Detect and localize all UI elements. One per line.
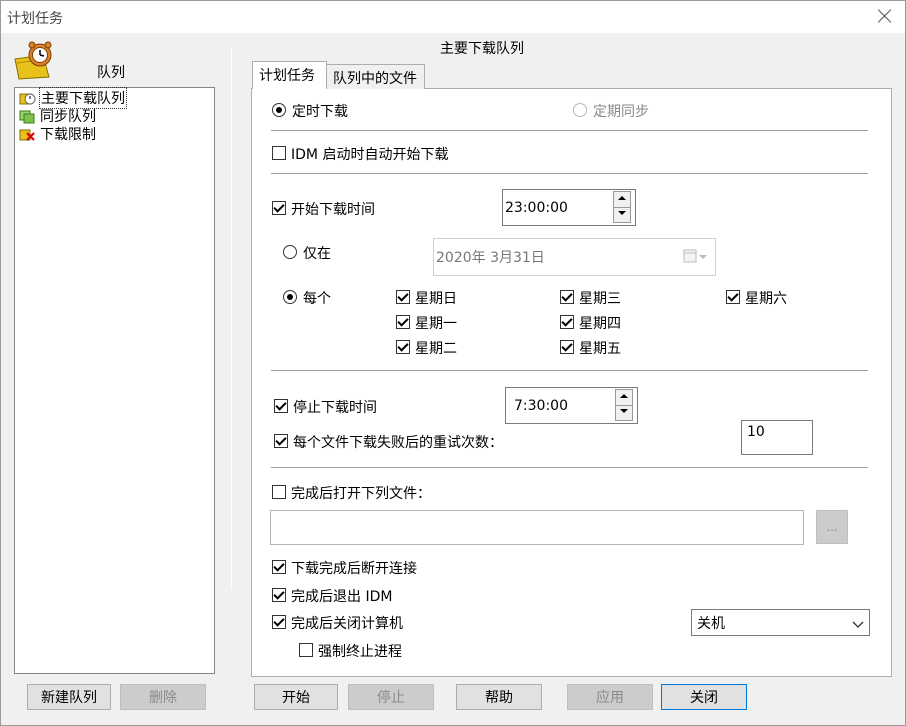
- date-picker[interactable]: 2020年 3月31日: [433, 238, 716, 276]
- spin-up-icon[interactable]: [616, 390, 632, 405]
- download-limit-icon: [19, 127, 36, 142]
- help-button[interactable]: 帮助: [456, 684, 542, 710]
- exit-idm-checkbox[interactable]: [272, 588, 286, 602]
- only-on-label: 仅在: [303, 246, 331, 262]
- separator: [271, 467, 868, 469]
- start-time-checkbox[interactable]: [272, 201, 286, 215]
- chevron-down-icon[interactable]: [852, 618, 864, 628]
- tab-files-in-queue[interactable]: 队列中的文件: [326, 64, 425, 89]
- day-thu-label: 星期四: [579, 316, 621, 332]
- calendar-dropdown-icon[interactable]: [683, 249, 709, 265]
- day-wed-label: 星期三: [579, 291, 621, 307]
- stop-time-spinner[interactable]: [615, 389, 633, 421]
- new-queue-button[interactable]: 新建队列: [27, 684, 111, 710]
- separator: [271, 370, 868, 372]
- day-tue-label: 星期二: [415, 341, 457, 357]
- queue-icon: [19, 91, 36, 106]
- open-file-path-input[interactable]: [270, 510, 804, 545]
- day-wed-checkbox[interactable]: [560, 290, 574, 304]
- vertical-divider: [231, 47, 232, 590]
- queue-item-limit[interactable]: 下载限制: [19, 125, 97, 143]
- shutdown-checkbox[interactable]: [272, 615, 286, 629]
- retry-count-input[interactable]: 10: [741, 420, 813, 455]
- retry-checkbox[interactable]: [274, 434, 288, 448]
- every-label: 每个: [303, 291, 331, 307]
- delete-queue-button[interactable]: 删除: [120, 684, 206, 710]
- sync-queue-icon: [19, 109, 36, 124]
- start-time-spinner[interactable]: [613, 191, 631, 223]
- spin-up-icon[interactable]: [614, 192, 630, 207]
- hangup-checkbox[interactable]: [272, 560, 286, 574]
- day-mon-checkbox[interactable]: [396, 315, 410, 329]
- separator: [271, 130, 868, 132]
- queue-clock-icon: [13, 41, 57, 81]
- timed-download-label: 定时下载: [292, 104, 348, 120]
- queue-item-main[interactable]: 主要下载队列: [19, 87, 127, 109]
- title-bar: 计划任务: [1, 1, 905, 33]
- start-on-idm-label: IDM 启动时自动开始下载: [291, 147, 449, 163]
- open-file-label: 完成后打开下列文件：: [291, 486, 431, 502]
- queue-item-sync[interactable]: 同步队列: [19, 107, 97, 125]
- only-on-radio[interactable]: [283, 245, 297, 259]
- every-radio[interactable]: [283, 290, 297, 304]
- queue-list[interactable]: 主要下载队列 同步队列 下载限制: [14, 87, 215, 674]
- apply-button[interactable]: 应用: [567, 684, 653, 710]
- day-fri-label: 星期五: [579, 341, 621, 357]
- shutdown-label: 完成后关闭计算机: [291, 616, 403, 632]
- shutdown-mode-select[interactable]: 关机: [691, 609, 870, 636]
- day-mon-label: 星期一: [415, 316, 457, 332]
- retry-label: 每个文件下载失败后的重试次数：: [293, 435, 503, 451]
- scheduler-window: 计划任务 队列 主要下载队列 同步队列 下载限制 新建队列 删除 主要下载队列 …: [0, 0, 906, 726]
- spin-down-icon[interactable]: [614, 207, 630, 222]
- close-icon[interactable]: [875, 6, 895, 26]
- spin-down-icon[interactable]: [616, 405, 632, 420]
- stop-time-checkbox[interactable]: [274, 399, 288, 413]
- open-file-checkbox[interactable]: [272, 485, 286, 499]
- periodic-sync-label: 定期同步: [593, 104, 649, 120]
- periodic-sync-radio[interactable]: [573, 103, 587, 117]
- day-tue-checkbox[interactable]: [396, 340, 410, 354]
- timed-download-radio[interactable]: [272, 103, 286, 117]
- close-button[interactable]: 关闭: [661, 684, 747, 710]
- exit-idm-label: 完成后退出 IDM: [291, 589, 393, 605]
- stop-time-label: 停止下载时间: [293, 400, 377, 416]
- day-sat-checkbox[interactable]: [726, 290, 740, 304]
- day-thu-checkbox[interactable]: [560, 315, 574, 329]
- force-kill-checkbox[interactable]: [299, 643, 313, 657]
- stop-button[interactable]: 停止: [348, 684, 434, 710]
- browse-button[interactable]: ...: [816, 510, 848, 544]
- force-kill-label: 强制终止进程: [318, 644, 402, 660]
- queue-header: 队列: [97, 65, 125, 81]
- start-on-idm-checkbox[interactable]: [272, 146, 286, 160]
- day-sun-label: 星期日: [415, 291, 457, 307]
- day-fri-checkbox[interactable]: [560, 340, 574, 354]
- day-sun-checkbox[interactable]: [396, 290, 410, 304]
- hangup-label: 下载完成后断开连接: [291, 561, 417, 577]
- start-time-label: 开始下载时间: [291, 202, 375, 218]
- day-sat-label: 星期六: [745, 291, 787, 307]
- separator: [271, 173, 868, 175]
- start-button[interactable]: 开始: [254, 684, 338, 710]
- queue-heading: 主要下载队列: [440, 41, 524, 57]
- tab-schedule[interactable]: 计划任务: [252, 61, 327, 89]
- window-title: 计划任务: [7, 11, 63, 27]
